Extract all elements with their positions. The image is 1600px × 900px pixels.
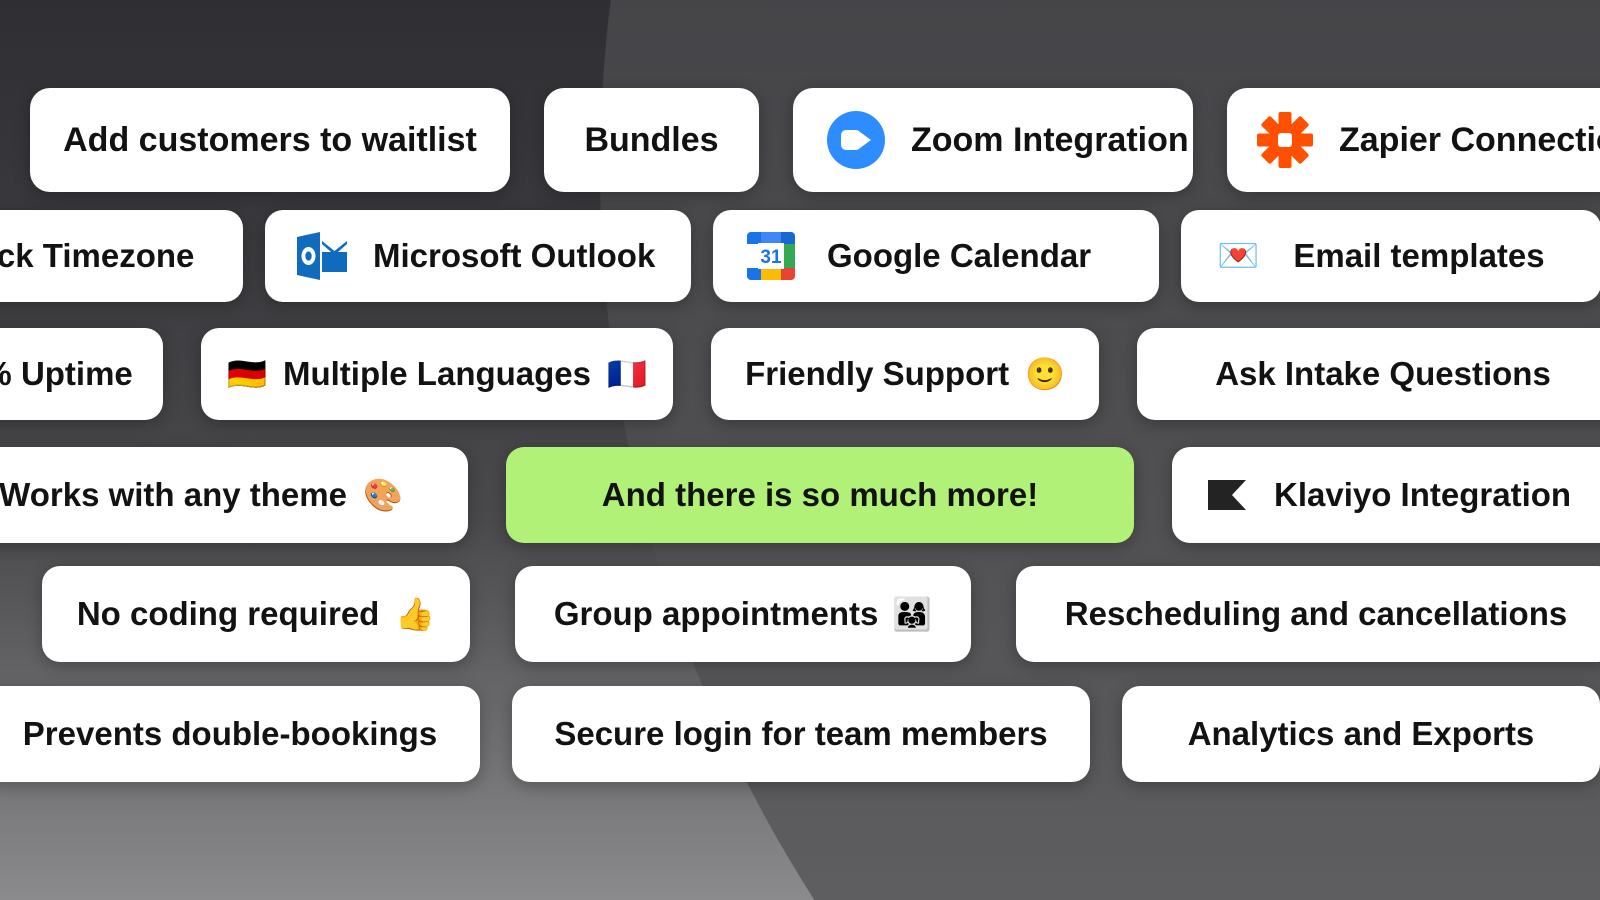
outlook-logo-icon bbox=[295, 230, 349, 282]
chip-secure-login-for-team-members[interactable]: Secure login for team members bbox=[512, 686, 1090, 782]
feature-row-5: No coding required 👍 Group appointments … bbox=[42, 566, 1600, 662]
palette-emoji-icon: 🎨 bbox=[362, 476, 403, 514]
chip-label: Lock Timezone bbox=[0, 237, 195, 274]
chip-label: Multiple Languages bbox=[282, 355, 592, 392]
chip-zapier-connection[interactable]: Zapier Connection bbox=[1227, 88, 1600, 192]
chip-label: Group appointments bbox=[553, 595, 879, 632]
chip-label: Prevents double-bookings bbox=[22, 715, 438, 752]
chip-uptime[interactable]: 99.9% Uptime bbox=[0, 328, 163, 420]
chip-microsoft-outlook[interactable]: Microsoft Outlook bbox=[265, 210, 691, 302]
chip-label: Friendly Support bbox=[745, 355, 1010, 392]
smiley-emoji-icon: 🙂 bbox=[1025, 355, 1065, 393]
feature-row-3: 99.9% Uptime 🇩🇪 Multiple Languages 🇫🇷 Fr… bbox=[0, 328, 1600, 420]
chip-label: Zapier Connection bbox=[1339, 120, 1600, 159]
klaviyo-logo-icon bbox=[1206, 478, 1248, 512]
feature-row-4: Works with any theme 🎨 And there is so m… bbox=[0, 447, 1600, 543]
feature-row-6: Prevents double-bookings Secure login fo… bbox=[0, 686, 1600, 782]
chip-label: Klaviyo Integration bbox=[1274, 476, 1572, 513]
chip-label: Analytics and Exports bbox=[1187, 715, 1535, 752]
feature-chip-grid: Add customers to waitlist Bundles Zoom I… bbox=[0, 0, 1600, 900]
chip-multiple-languages[interactable]: 🇩🇪 Multiple Languages 🇫🇷 bbox=[201, 328, 673, 420]
french-flag-emoji-icon: 🇫🇷 bbox=[607, 355, 647, 393]
zapier-logo-icon bbox=[1257, 112, 1313, 168]
chip-label: Rescheduling and cancellations bbox=[1064, 595, 1568, 632]
chip-label: And there is so much more! bbox=[601, 476, 1039, 513]
feature-row-2: Lock Timezone Microsoft Outlook bbox=[0, 210, 1600, 302]
chip-zoom-integration[interactable]: Zoom Integration bbox=[793, 88, 1193, 192]
chip-and-there-is-so-much-more[interactable]: And there is so much more! bbox=[506, 447, 1134, 543]
chip-works-with-any-theme[interactable]: Works with any theme 🎨 bbox=[0, 447, 468, 543]
zoom-logo-icon bbox=[827, 111, 885, 169]
chip-label: Google Calendar bbox=[827, 237, 1092, 274]
chip-label: Zoom Integration bbox=[911, 120, 1189, 159]
chip-friendly-support[interactable]: Friendly Support 🙂 bbox=[711, 328, 1099, 420]
chip-label: Secure login for team members bbox=[554, 715, 1048, 752]
chip-label: Add customers to waitlist bbox=[63, 120, 477, 159]
chip-label: Email templates bbox=[1293, 237, 1545, 274]
calendar-day-number: 31 bbox=[760, 247, 782, 268]
chip-label: Microsoft Outlook bbox=[373, 237, 656, 274]
thumbs-up-emoji-icon: 👍 bbox=[395, 595, 436, 633]
chip-group-appointments[interactable]: Group appointments 👨‍👩‍👧 bbox=[515, 566, 971, 662]
chip-label: Bundles bbox=[584, 120, 719, 159]
chip-label: 99.9% Uptime bbox=[0, 355, 133, 392]
chip-klaviyo-integration[interactable]: Klaviyo Integration bbox=[1172, 447, 1600, 543]
chip-label: Ask Intake Questions bbox=[1215, 355, 1551, 392]
chip-rescheduling-and-cancellations[interactable]: Rescheduling and cancellations bbox=[1016, 566, 1600, 662]
german-flag-emoji-icon: 🇩🇪 bbox=[227, 355, 267, 393]
google-calendar-logo-icon: 31 bbox=[745, 230, 797, 282]
chip-bundles[interactable]: Bundles bbox=[544, 88, 759, 192]
chip-label: No coding required bbox=[76, 595, 380, 632]
chip-analytics-and-exports[interactable]: Analytics and Exports bbox=[1122, 686, 1600, 782]
chip-add-customers-to-waitlist[interactable]: Add customers to waitlist bbox=[30, 88, 510, 192]
chip-ask-intake-questions[interactable]: Ask Intake Questions bbox=[1137, 328, 1600, 420]
chip-email-templates[interactable]: 💌 Email templates bbox=[1181, 210, 1600, 302]
chip-no-coding-required[interactable]: No coding required 👍 bbox=[42, 566, 470, 662]
feature-row-1: Add customers to waitlist Bundles Zoom I… bbox=[0, 88, 1600, 192]
chip-google-calendar[interactable]: 31 Google Calendar bbox=[713, 210, 1159, 302]
love-letter-emoji-icon: 💌 bbox=[1217, 236, 1260, 276]
chip-lock-timezone[interactable]: Lock Timezone bbox=[0, 210, 243, 302]
chip-label: Works with any theme bbox=[0, 476, 347, 513]
family-emoji-icon: 👨‍👩‍👧 bbox=[892, 595, 933, 633]
chip-prevents-double-bookings[interactable]: Prevents double-bookings bbox=[0, 686, 480, 782]
